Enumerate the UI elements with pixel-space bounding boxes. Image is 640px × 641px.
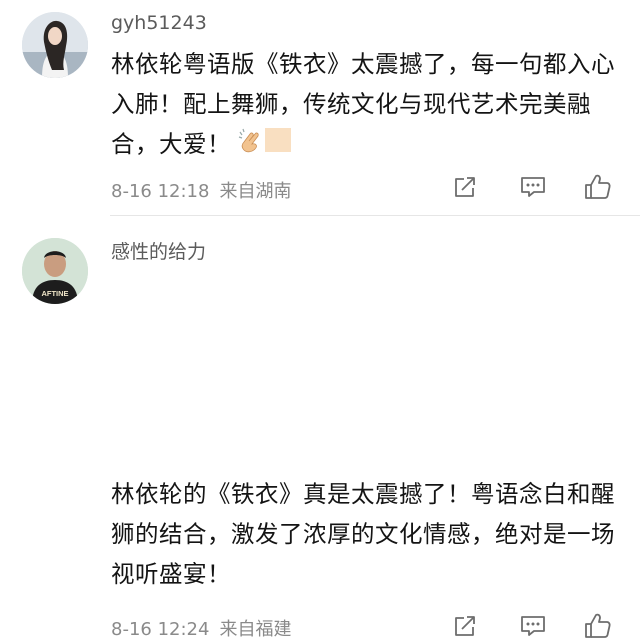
thumbs-up-icon <box>585 613 611 638</box>
avatar[interactable] <box>22 12 88 78</box>
share-button[interactable] <box>450 172 480 202</box>
comment-body: 林依轮粤语版《铁衣》太震撼了，每一句都入心入肺！配上舞狮，传统文化与现代艺术完美… <box>111 50 615 158</box>
reply-button[interactable] <box>518 172 548 202</box>
comment-icon <box>521 616 545 636</box>
avatar[interactable]: AFTINE <box>22 238 88 304</box>
avatar-shirt-text: AFTINE <box>41 289 68 298</box>
like-button[interactable] <box>583 611 613 641</box>
share-button[interactable] <box>450 611 480 641</box>
location: 来自湖南 <box>219 181 292 202</box>
share-icon <box>455 616 475 636</box>
timestamp: 8-16 12:18 <box>111 181 210 202</box>
reply-button[interactable] <box>518 611 548 641</box>
timestamp: 8-16 12:24 <box>111 619 210 640</box>
comment-meta: 8-16 12:24 来自福建 <box>111 615 291 641</box>
comment-text: 林依轮的《铁衣》真是太震撼了！粤语念白和醒狮的结合，激发了浓厚的文化情感，绝对是… <box>111 480 615 588</box>
username[interactable]: 感性的给力 <box>111 237 206 264</box>
share-icon <box>455 177 475 197</box>
comment-icon <box>521 177 545 197</box>
comment-meta: 8-16 12:18 来自湖南 <box>111 177 291 203</box>
thumbs-up-icon <box>585 174 611 199</box>
clapping-hands-icon <box>237 126 293 166</box>
username[interactable]: gyh51243 <box>111 12 207 34</box>
comment-item: gyh51243 林依轮粤语版《铁衣》太震撼了，每一句都入心入肺！配上舞狮，传统… <box>0 0 640 215</box>
comment-text: 林依轮粤语版《铁衣》太震撼了，每一句都入心入肺！配上舞狮，传统文化与现代艺术完美… <box>111 44 631 166</box>
comment-item: AFTINE 感性的给力 林依轮的《铁衣》真是太震撼了！粤语念白和醒狮的结合，激… <box>0 216 640 640</box>
like-button[interactable] <box>583 172 613 202</box>
location: 来自福建 <box>219 619 292 640</box>
